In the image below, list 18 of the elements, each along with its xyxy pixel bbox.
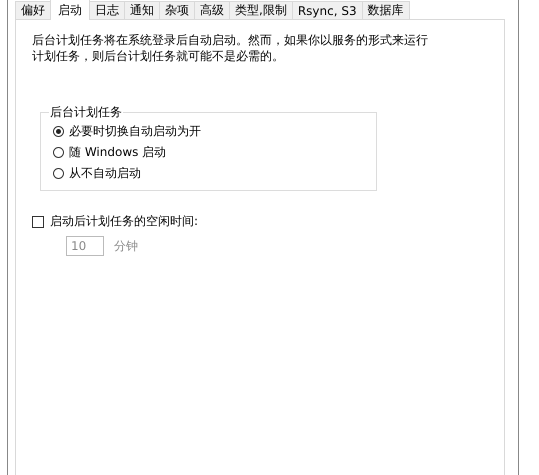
tab[interactable]: 通知 [124, 1, 160, 19]
tab[interactable]: 数据库 [362, 1, 410, 19]
radio-label[interactable]: 必要时切换自动启动为开 [69, 123, 201, 140]
tab[interactable]: 日志 [89, 1, 125, 19]
radio-label[interactable]: 从不自动启动 [69, 165, 141, 182]
group-title: 后台计划任务 [49, 104, 123, 121]
tab[interactable]: 偏好 [15, 1, 51, 19]
description-text: 后台计划任务将在系统登录后自动启动。然而，如果你以服务的形式来运行计划任务，则后台计划任务就可能不是必需的。 [32, 32, 429, 64]
radio-button[interactable] [53, 147, 64, 158]
tab[interactable]: 启动 [50, 0, 90, 20]
tab[interactable]: 类型,限制 [229, 1, 293, 19]
tab[interactable]: Rsync, S3 [292, 1, 363, 19]
radio-label[interactable]: 随 Windows 启动 [69, 144, 166, 161]
radio-button[interactable] [53, 168, 64, 179]
radio-button[interactable] [53, 126, 64, 137]
tab[interactable]: 杂项 [159, 1, 195, 19]
unit-label: 分钟 [114, 238, 138, 254]
tab[interactable]: 高级 [194, 1, 230, 19]
